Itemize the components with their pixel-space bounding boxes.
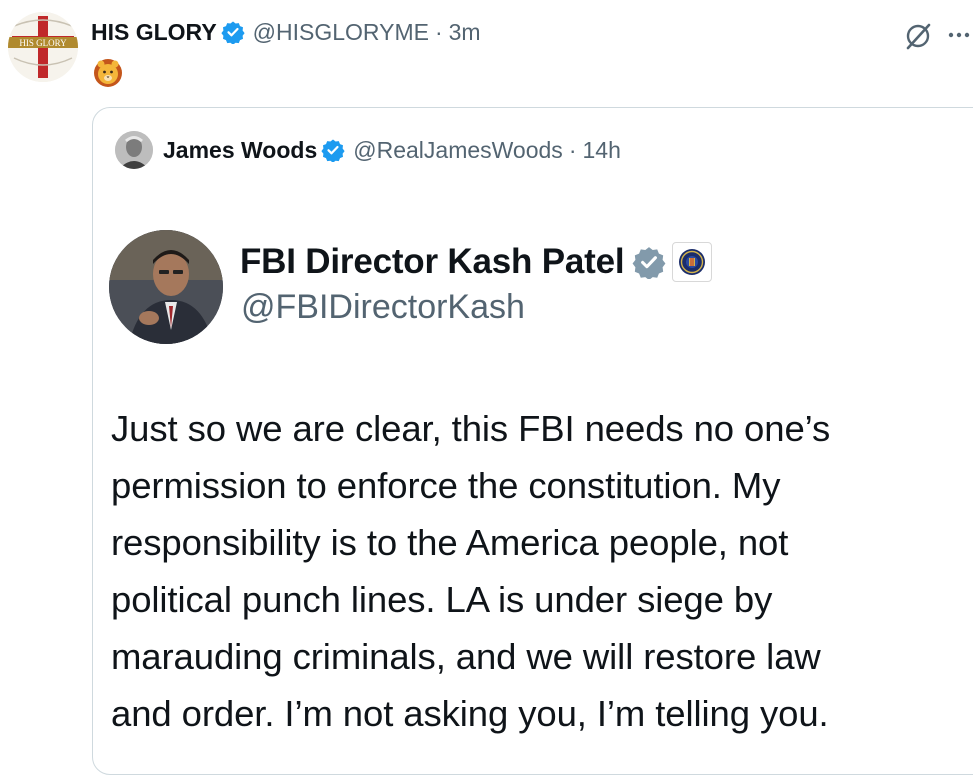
text-line: responsibility is to the America people,…: [111, 522, 789, 563]
embedded-author-handle: @FBIDirectorKash: [241, 288, 525, 326]
svg-text:HIS GLORY: HIS GLORY: [19, 38, 67, 48]
embedded-post-text: Just so we are clear, this FBI needs no …: [111, 400, 971, 742]
author-name[interactable]: HIS GLORY: [91, 19, 217, 46]
separator-dot: ·: [568, 136, 577, 163]
separator-dot: ·: [434, 18, 443, 45]
verified-badge-icon: [221, 20, 245, 45]
text-line: marauding criminals, and we will restore…: [111, 636, 821, 677]
post-header: HIS GLORY @HISGLORYME · 3m: [91, 14, 481, 50]
grok-icon[interactable]: [902, 20, 934, 52]
quote-header: James Woods @RealJamesWoods · 14h: [115, 130, 621, 170]
gray-verified-badge-icon: [632, 245, 666, 280]
embedded-author-name-text: FBI Director Kash Patel: [240, 242, 625, 281]
post-timestamp[interactable]: 3m: [449, 19, 481, 46]
text-line: Just so we are clear, this FBI needs no …: [111, 408, 831, 449]
author-handle[interactable]: @HISGLORYME: [253, 19, 429, 46]
embedded-avatar: [109, 230, 223, 344]
text-line: permission to enforce the constitution. …: [111, 465, 781, 506]
his-glory-logo: HIS GLORY: [8, 12, 78, 82]
quoted-post[interactable]: James Woods @RealJamesWoods · 14h FBI Di…: [92, 107, 973, 775]
more-icon[interactable]: [948, 20, 973, 50]
quote-author-name[interactable]: James Woods: [163, 137, 317, 164]
quote-author-handle[interactable]: @RealJamesWoods: [353, 137, 563, 164]
lion-face-icon: [92, 56, 124, 88]
text-line: political punch lines. LA is under siege…: [111, 579, 773, 620]
avatar: [115, 131, 153, 169]
embedded-author-name: FBI Director Kash Patel: [240, 242, 713, 282]
quote-timestamp[interactable]: 14h: [582, 137, 620, 164]
text-line: and order. I’m not asking you, I’m telli…: [111, 693, 829, 734]
avatar[interactable]: HIS GLORY: [8, 12, 78, 82]
fbi-seal-icon: [672, 242, 713, 282]
verified-badge-icon: [321, 138, 345, 163]
